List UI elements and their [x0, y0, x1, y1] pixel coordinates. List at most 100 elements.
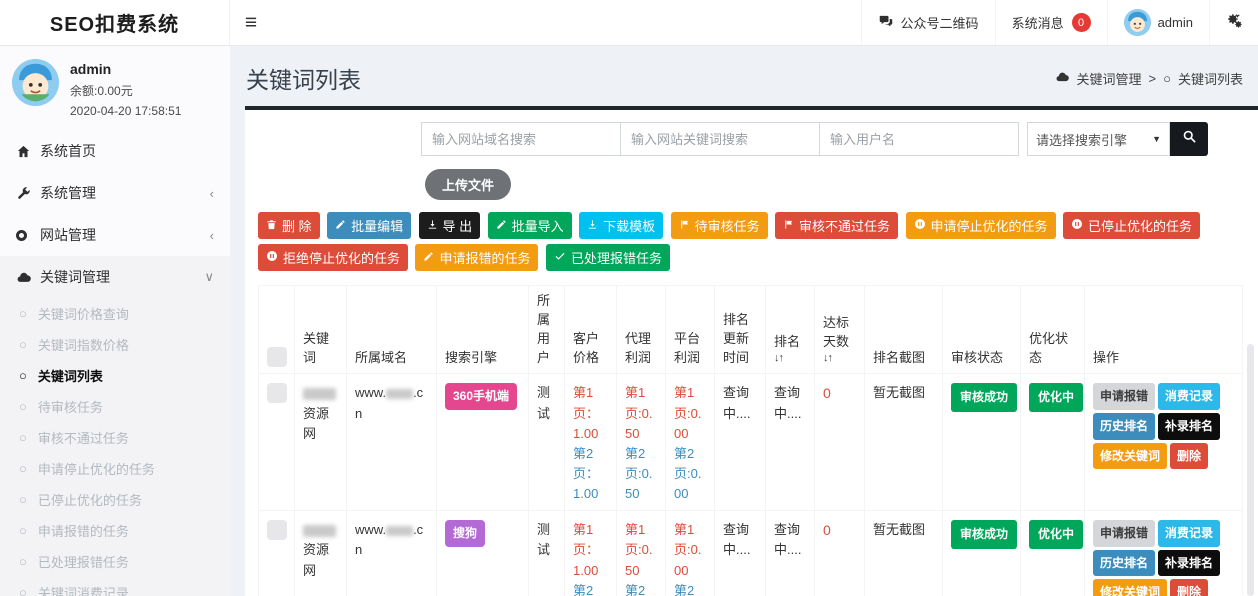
report-error-button[interactable]: 申请报错	[1093, 520, 1155, 547]
user-menu[interactable]: admin	[1107, 0, 1209, 45]
audit-status-badge: 审核成功	[951, 383, 1017, 412]
sidebar-item-stop-requested-tasks[interactable]: ○ 申请停止优化的任务	[0, 453, 230, 484]
sidebar-item-label: 系统管理	[40, 183, 96, 203]
submenu-label: 已停止优化的任务	[38, 490, 142, 509]
customer-price-cell: 第1页：1.00第2页：1.00	[565, 511, 617, 596]
keyword-search-input[interactable]	[620, 122, 820, 156]
sidebar-item-keyword-price-query[interactable]: ○ 关键词价格查询	[0, 298, 230, 329]
col-days[interactable]: 达标天数↓↑	[815, 286, 865, 374]
submenu-label: 已处理报错任务	[38, 552, 129, 571]
error-reported-tasks-button[interactable]: 申请报错的任务	[415, 244, 538, 271]
rank-cell: 查询中....	[766, 374, 815, 511]
system-messages-menu[interactable]: 系统消息 0	[995, 0, 1107, 45]
breadcrumb: 关键词管理 > ○ 关键词列表	[1055, 69, 1243, 88]
gears-icon	[1226, 13, 1242, 32]
qr-code-label: 公众号二维码	[901, 13, 979, 32]
select-all-checkbox[interactable]	[267, 347, 287, 367]
row-operations: 申请报错 消费记录 历史排名 补录排名 修改关键词 删除	[1093, 520, 1243, 596]
avatar	[12, 59, 59, 106]
consume-record-button[interactable]: 消费记录	[1158, 383, 1220, 410]
update-time-cell: 查询中....	[715, 511, 766, 596]
vertical-scrollbar[interactable]	[1247, 344, 1254, 596]
avatar	[1124, 9, 1151, 36]
delete-row-button[interactable]: 删除	[1170, 579, 1208, 596]
sort-icon: ↓↑	[823, 351, 856, 367]
audit-failed-tasks-button[interactable]: 审核不通过任务	[775, 212, 898, 239]
sidebar-item-keyword-consume-log[interactable]: ○ 关键词消费记录	[0, 577, 230, 596]
sidebar-item-error-reported-tasks[interactable]: ○ 申请报错的任务	[0, 515, 230, 546]
consume-record-button[interactable]: 消费记录	[1158, 520, 1220, 547]
sidebar-item-label: 关键词管理	[40, 267, 110, 287]
circle-bullet-icon: ○	[19, 430, 27, 445]
history-rank-button[interactable]: 历史排名	[1093, 550, 1155, 577]
login-time: 2020-04-20 17:58:51	[70, 104, 181, 118]
reject-stop-tasks-button[interactable]: 拒绝停止优化的任务	[258, 244, 408, 271]
edit-keyword-button[interactable]: 修改关键词	[1093, 443, 1167, 470]
report-error-button[interactable]: 申请报错	[1093, 383, 1155, 410]
engine-select[interactable]: 请选择搜索引擎 ▼	[1027, 122, 1170, 156]
sidebar: admin 余额:0.00元 2020-04-20 17:58:51 系统首页 …	[0, 46, 230, 596]
history-rank-button[interactable]: 历史排名	[1093, 413, 1155, 440]
pause-circle-icon	[914, 218, 926, 233]
stopped-tasks-button[interactable]: 已停止优化的任务	[1063, 212, 1200, 239]
col-audit-status: 审核状态	[943, 286, 1021, 374]
sidebar-item-stopped-tasks[interactable]: ○ 已停止优化的任务	[0, 484, 230, 515]
stop-requested-tasks-button[interactable]: 申请停止优化的任务	[906, 212, 1056, 239]
sidebar-item-keyword-index-price[interactable]: ○ 关键词指数价格	[0, 329, 230, 360]
download-icon	[587, 218, 598, 233]
keyword-cell: 资源网	[295, 511, 347, 596]
sidebar-item-home[interactable]: 系统首页	[0, 130, 230, 172]
screenshot-cell: 暂无截图	[865, 511, 943, 596]
pending-audit-tasks-button[interactable]: 待审核任务	[671, 212, 768, 239]
row-checkbox[interactable]	[267, 383, 287, 403]
search-button[interactable]	[1170, 122, 1208, 156]
bulk-import-button[interactable]: 批量导入	[488, 212, 572, 239]
col-screenshot: 排名截图	[865, 286, 943, 374]
col-optimize-status: 优化状态	[1021, 286, 1085, 374]
sidebar-toggle-icon[interactable]: ≡	[230, 0, 272, 45]
bulk-edit-button[interactable]: 批量编辑	[327, 212, 411, 239]
sidebar-item-label: 系统首页	[40, 141, 96, 161]
sidebar-item-websites[interactable]: 网站管理 ‹	[0, 214, 230, 256]
settings-menu[interactable]	[1209, 0, 1258, 45]
audit-status-badge: 审核成功	[951, 520, 1017, 549]
breadcrumb-parent[interactable]: 关键词管理	[1077, 69, 1142, 88]
circle-bullet-icon: ○	[19, 461, 27, 476]
submenu-label: 关键词列表	[38, 366, 103, 385]
col-agent-profit: 代理利润	[617, 286, 666, 374]
sidebar-item-keyword-list[interactable]: ○ 关键词列表	[0, 360, 230, 391]
col-engine: 搜索引擎	[437, 286, 529, 374]
upload-file-button[interactable]: 上传文件	[425, 169, 511, 200]
edit-icon	[423, 250, 434, 265]
submenu-label: 申请停止优化的任务	[38, 459, 155, 478]
qr-code-menu[interactable]: 公众号二维码	[861, 0, 995, 45]
delete-row-button[interactable]: 删除	[1170, 443, 1208, 470]
sidebar-item-pending-tasks[interactable]: ○ 待审核任务	[0, 391, 230, 422]
sidebar-item-keywords[interactable]: 关键词管理 ∨	[0, 256, 230, 298]
download-template-button[interactable]: 下载模板	[579, 212, 663, 239]
export-button[interactable]: 导 出	[419, 212, 481, 239]
sidebar-item-rejected-tasks[interactable]: ○ 审核不通过任务	[0, 422, 230, 453]
sidebar-item-system[interactable]: 系统管理 ‹	[0, 172, 230, 214]
edit-keyword-button[interactable]: 修改关键词	[1093, 579, 1167, 596]
handled-error-tasks-button[interactable]: 已处理报错任务	[546, 244, 670, 271]
username-search-input[interactable]	[819, 122, 1019, 156]
table-header-row: 关键词 所属域名 搜索引擎 所属用户 客户价格 代理利润 平台利润 排名更新时间…	[259, 286, 1243, 374]
delete-button[interactable]: 删 除	[258, 212, 320, 239]
row-checkbox[interactable]	[267, 520, 287, 540]
col-domain: 所属域名	[347, 286, 437, 374]
rank-cell: 查询中....	[766, 511, 815, 596]
submenu-label: 关键词指数价格	[38, 335, 129, 354]
domain-search-input[interactable]	[421, 122, 621, 156]
supplement-rank-button[interactable]: 补录排名	[1158, 550, 1220, 577]
redacted-domain	[386, 526, 413, 536]
sidebar-item-label: 网站管理	[40, 225, 96, 245]
edit-icon	[496, 218, 507, 233]
submenu-label: 审核不通过任务	[38, 428, 129, 447]
platform-profit-cell: 第1页:0.00第2页:0.00	[666, 511, 715, 596]
download-icon	[427, 218, 438, 233]
agent-profit-cell: 第1页:0.50第2页:0.50	[617, 374, 666, 511]
supplement-rank-button[interactable]: 补录排名	[1158, 413, 1220, 440]
sidebar-item-handled-error-tasks[interactable]: ○ 已处理报错任务	[0, 546, 230, 577]
col-rank[interactable]: 排名↓↑	[766, 286, 815, 374]
